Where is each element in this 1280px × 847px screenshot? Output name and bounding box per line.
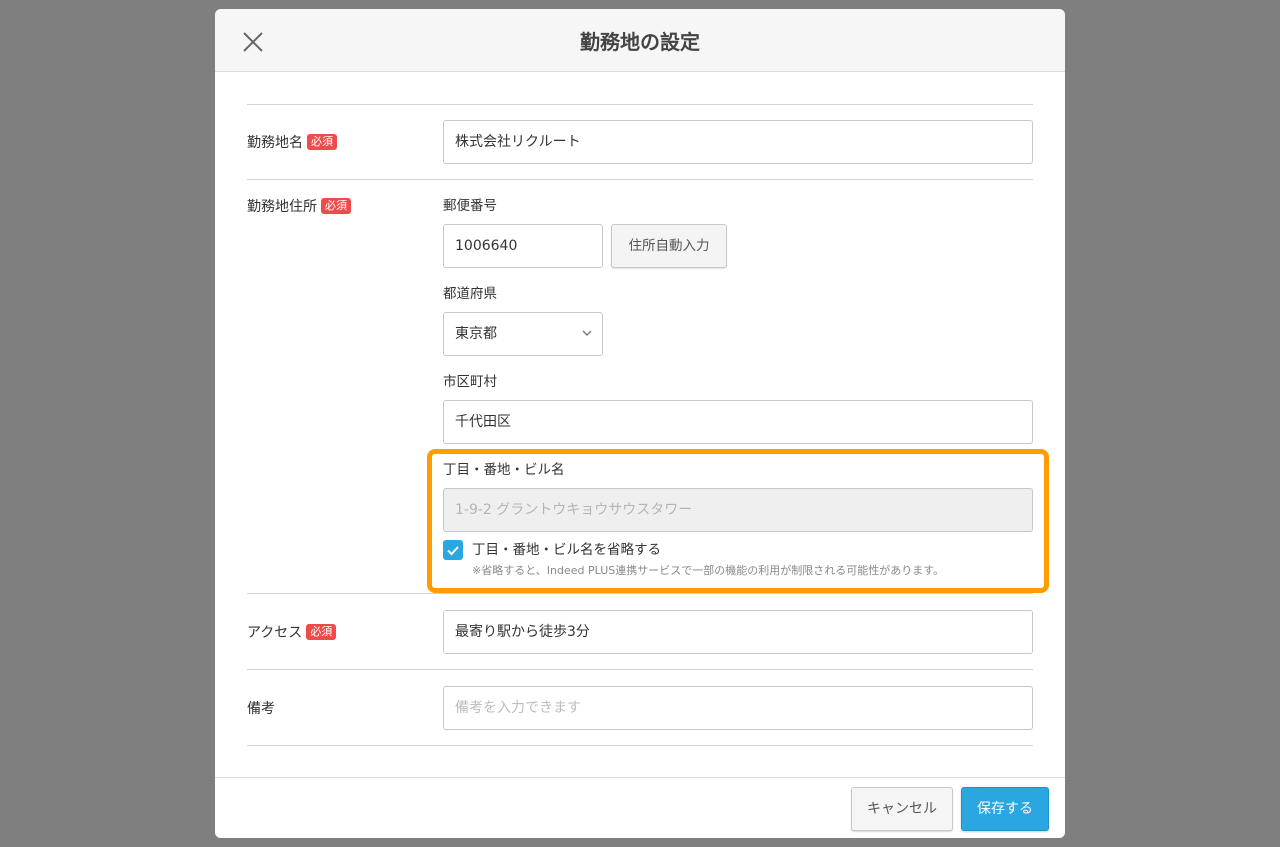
divider (247, 104, 1033, 105)
dialog-header: 勤務地の設定 (215, 9, 1065, 72)
divider (247, 593, 1033, 594)
prefecture-select[interactable]: 東京都 (443, 312, 603, 356)
required-badge: 必須 (321, 198, 351, 214)
required-badge: 必須 (307, 134, 337, 150)
postal-code-input[interactable]: 1006640 (443, 224, 603, 268)
checkmark-icon (447, 546, 459, 556)
notes-label: 備考 (247, 701, 275, 717)
dialog-title: 勤務地の設定 (580, 30, 700, 54)
address-label-row: 勤務地住所 必須 (247, 196, 351, 216)
access-label: アクセス (247, 625, 303, 641)
omit-street-note: ※省略すると、Indeed PLUS連携サービスで一部の機能の利用が制限される可… (472, 564, 945, 577)
access-input[interactable]: 最寄り駅から徒歩3分 (443, 610, 1033, 654)
location-name-label-row: 勤務地名 必須 (247, 132, 337, 152)
divider (247, 745, 1033, 746)
dialog-footer: キャンセル 保存する (215, 777, 1065, 838)
notes-input[interactable]: 備考を入力できます (443, 686, 1033, 730)
chevron-down-icon (582, 330, 592, 336)
city-input[interactable]: 千代田区 (443, 400, 1033, 444)
street-label: 丁目・番地・ビル名 (443, 462, 565, 478)
omit-street-checkbox-label[interactable]: 丁目・番地・ビル名を省略する (472, 540, 661, 560)
notes-label-row: 備考 (247, 698, 275, 718)
access-label-row: アクセス 必須 (247, 622, 337, 642)
save-button[interactable]: 保存する (961, 787, 1049, 831)
prefecture-label: 都道府県 (443, 286, 497, 302)
divider (247, 669, 1033, 670)
street-input[interactable]: 1-9-2 グラントウキョウサウスタワー (443, 488, 1033, 532)
work-location-dialog: 勤務地の設定 勤務地名 必須 株式会社リクルート 勤務地住所 必須 郵便番号 1… (215, 9, 1065, 838)
location-name-input[interactable]: 株式会社リクルート (443, 120, 1033, 164)
prefecture-selected-value: 東京都 (455, 326, 497, 342)
divider (247, 179, 1033, 180)
address-label: 勤務地住所 (247, 199, 317, 215)
auto-fill-address-button[interactable]: 住所自動入力 (611, 224, 727, 268)
city-label: 市区町村 (443, 374, 497, 390)
location-name-label: 勤務地名 (247, 135, 303, 151)
postal-code-label: 郵便番号 (443, 198, 497, 214)
omit-street-checkbox[interactable] (443, 540, 463, 560)
cancel-button[interactable]: キャンセル (851, 787, 953, 831)
required-badge: 必須 (306, 624, 337, 640)
